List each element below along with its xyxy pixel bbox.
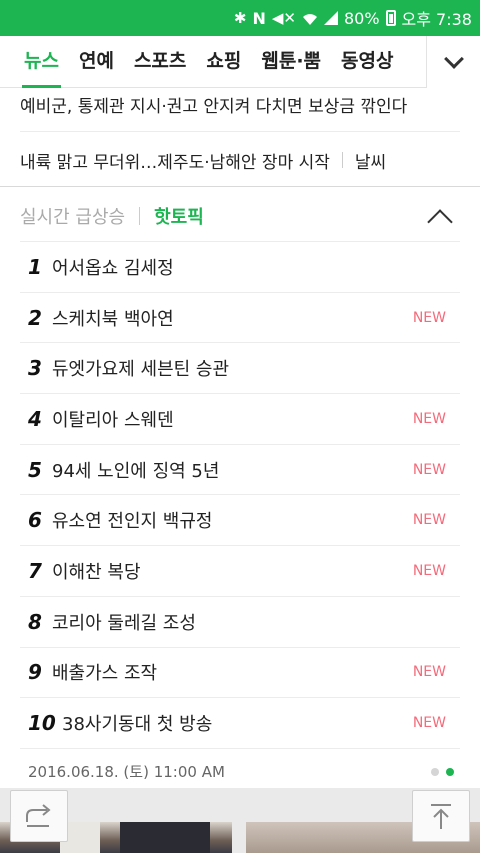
rank-number: 10: [28, 711, 56, 736]
tab-sports[interactable]: 스포츠: [124, 36, 196, 88]
bluetooth-icon: ✱: [233, 8, 247, 27]
headline-link[interactable]: 예비군, 통제관 지시·권고 안지켜 다치면 보상금 깎인다: [20, 92, 460, 116]
new-badge: NEW: [412, 410, 446, 427]
rank-number: 2: [28, 305, 42, 330]
chevron-up-icon: [427, 209, 453, 235]
tab-video[interactable]: 동영상: [331, 36, 403, 88]
more-tabs-button[interactable]: [426, 36, 480, 88]
rank-number: 1: [28, 254, 42, 279]
chevron-down-icon: [443, 49, 464, 69]
mute-icon: ◀✕: [271, 8, 296, 27]
page-dot[interactable]: [431, 767, 439, 776]
tab-news[interactable]: 뉴스: [14, 36, 69, 88]
wifi-icon: [302, 11, 318, 25]
tab-hot-topic[interactable]: 핫토픽: [154, 203, 204, 229]
share-icon: [26, 804, 51, 827]
list-item[interactable]: 1 어서옵쇼 김세정: [20, 241, 460, 292]
rank-keyword: 어서옵쇼 김세정: [52, 257, 174, 279]
tab-webtoon[interactable]: 웹툰·뿜: [251, 36, 331, 88]
list-item[interactable]: 8 코리아 둘레길 조성: [20, 595, 460, 647]
rank-number: 4: [28, 406, 42, 431]
list-item[interactable]: 5 94세 노인에 징역 5년 NEW: [20, 443, 460, 495]
rank-keyword: 배출가스 조작: [52, 663, 158, 685]
headline-category-tag[interactable]: 날씨: [355, 148, 386, 173]
rank-keyword: 이해찬 복당: [52, 561, 141, 583]
new-badge: NEW: [412, 309, 446, 326]
n-icon: N: [252, 8, 266, 28]
new-badge: NEW: [412, 715, 446, 732]
rank-keyword: 스케치북 백아연: [52, 308, 174, 330]
rank-keyword: 이탈리아 스웨덴: [52, 409, 174, 431]
rank-keyword: 38사기동대 첫 방송: [62, 714, 213, 736]
divider: [139, 207, 141, 225]
status-bar: ✱ N ◀✕ 80% 오후 7:38: [0, 0, 480, 36]
list-item[interactable]: 9 배출가스 조작 NEW: [20, 646, 460, 698]
page-dot-active[interactable]: [446, 767, 454, 776]
ranking-footer: 2016.06.18. (토) 11:00 AM: [20, 747, 460, 794]
ranking-list: 1 어서옵쇼 김세정 2 스케치북 백아연 NEW 3 듀엣가요제 세븐틴 승관…: [20, 241, 460, 794]
divider: [341, 152, 343, 168]
new-badge: NEW: [412, 664, 446, 681]
rank-number: 8: [28, 609, 42, 634]
new-badge: NEW: [412, 562, 446, 579]
realtime-header: 실시간 급상승 핫토픽: [20, 196, 460, 236]
battery-level: 80%: [343, 8, 380, 28]
rank-keyword: 코리아 둘레길 조성: [52, 612, 196, 634]
headline-link[interactable]: 내륙 맑고 무더위…제주도·남해안 장마 시작: [20, 148, 330, 173]
collapse-button[interactable]: [426, 204, 454, 235]
page-indicator: [431, 767, 454, 776]
list-item[interactable]: 6 유소연 전인지 백규정 NEW: [20, 494, 460, 545]
tab-shopping[interactable]: 쇼핑: [196, 36, 251, 88]
battery-icon: [385, 10, 396, 26]
new-badge: NEW: [412, 512, 446, 529]
timestamp: 2016.06.18. (토) 11:00 AM: [28, 762, 225, 781]
divider: [20, 131, 460, 132]
list-item[interactable]: 10 38사기동대 첫 방송 NEW: [20, 697, 460, 748]
rank-keyword: 듀엣가요제 세븐틴 승관: [52, 359, 230, 381]
rank-number: 9: [28, 660, 42, 685]
tab-entertainment[interactable]: 연예: [69, 36, 124, 88]
arrow-up-icon: [431, 804, 451, 829]
clock: 오후 7:38: [401, 10, 472, 29]
rank-keyword: 94세 노인에 징역 5년: [52, 460, 220, 482]
category-tab-bar: 뉴스 연예 스포츠 쇼핑 웹툰·뿜 동영상: [0, 36, 480, 88]
headline-row: 내륙 맑고 무더위…제주도·남해안 장마 시작 날씨: [20, 147, 460, 173]
section-divider: [0, 186, 480, 187]
list-item[interactable]: 3 듀엣가요제 세븐틴 승관: [20, 342, 460, 393]
rank-number: 3: [28, 356, 42, 381]
list-item[interactable]: 2 스케치북 백아연 NEW: [20, 291, 460, 343]
tab-realtime-rising[interactable]: 실시간 급상승: [20, 203, 125, 229]
signal-icon: [323, 11, 338, 25]
new-badge: NEW: [412, 461, 446, 478]
list-item[interactable]: 7 이해찬 복당 NEW: [20, 545, 460, 596]
rank-keyword: 유소연 전인지 백규정: [52, 511, 213, 533]
share-button[interactable]: [10, 790, 68, 842]
rank-number: 6: [28, 508, 42, 533]
rank-number: 5: [28, 457, 42, 482]
rank-number: 7: [28, 558, 42, 583]
scroll-top-button[interactable]: [412, 790, 470, 842]
list-item[interactable]: 4 이탈리아 스웨덴 NEW: [20, 393, 460, 444]
